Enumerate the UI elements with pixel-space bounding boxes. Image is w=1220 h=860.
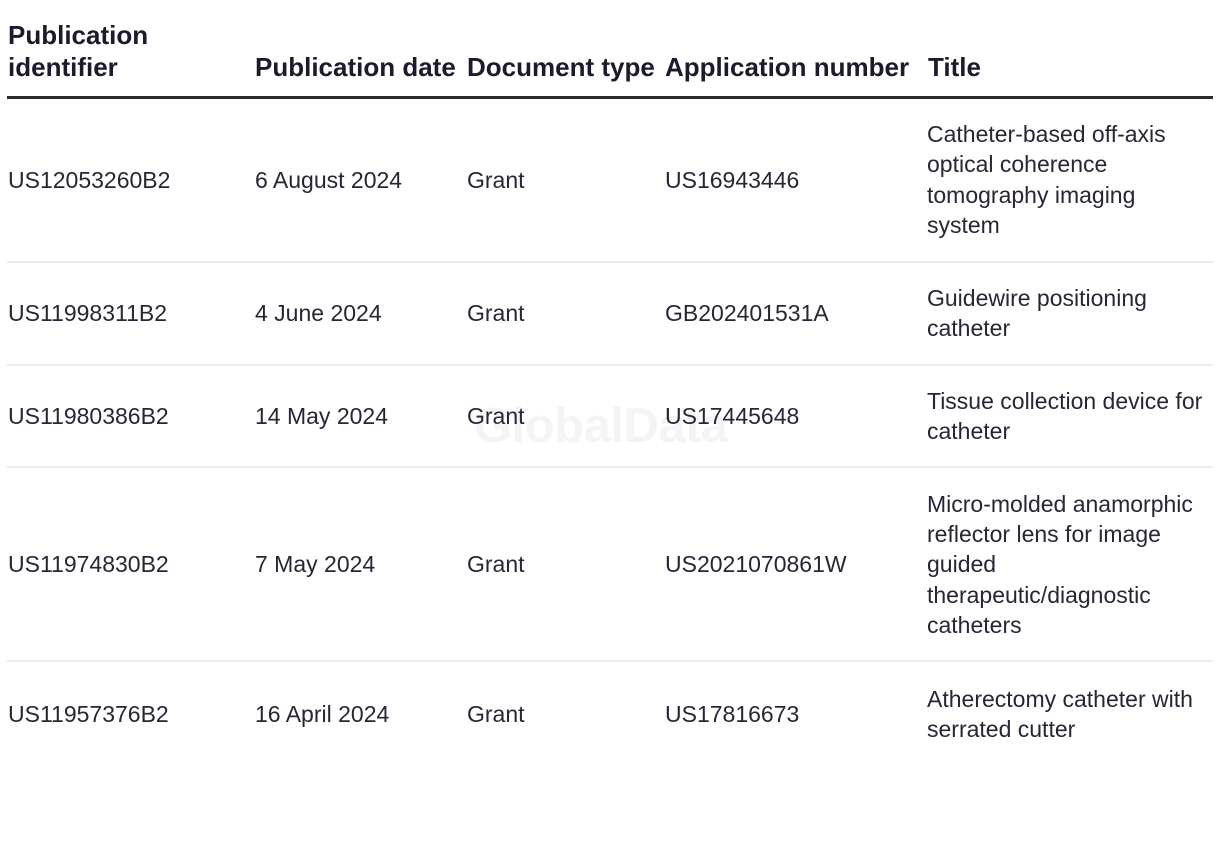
cell-application-number: US2021070861W	[665, 467, 927, 663]
cell-publication-date: 16 April 2024	[255, 701, 390, 728]
cell-title: Atherectomy catheter with serrated cutte…	[927, 686, 1193, 743]
table-row: US12053260B2 6 August 2024 Grant US16943…	[7, 97, 1213, 263]
cell-publication-date: 4 June 2024	[255, 262, 467, 366]
cell-publication-date: 14 May 2024	[255, 364, 467, 469]
patent-publications-table: Publication identifier Publication date …	[7, 0, 1213, 766]
cell-publication-identifier: US11957376B2	[8, 701, 169, 728]
cell-application-number: GB202401531A	[665, 262, 927, 366]
patent-table-page: GlobalData Publication identifier Public…	[0, 0, 1220, 860]
cell-document-type: Grant	[467, 701, 525, 728]
table-container: Publication identifier Publication date …	[0, 0, 1220, 766]
cell-title: Catheter-based off-axis optical coherenc…	[927, 97, 1213, 263]
column-header-document-type[interactable]: Document type	[467, 0, 665, 99]
table-header: Publication identifier Publication date …	[7, 0, 1213, 99]
cell-publication-identifier: US11980386B2	[7, 364, 255, 469]
column-header-title[interactable]: Title	[927, 0, 1213, 99]
cell-title: Tissue collection device for catheter	[927, 364, 1213, 469]
cell-document-type: Grant	[467, 262, 665, 366]
table-row: US11998311B2 4 June 2024 Grant GB2024015…	[7, 262, 1213, 366]
table-body: US12053260B2 6 August 2024 Grant US16943…	[7, 97, 1213, 766]
table-row: US11974830B2 7 May 2024 Grant US20210708…	[7, 467, 1213, 663]
column-header-publication-date[interactable]: Publication date	[255, 0, 467, 99]
cell-document-type: Grant	[467, 97, 665, 263]
cell-publication-identifier: US11998311B2	[7, 262, 255, 366]
cell-title: Micro-molded anamorphic reflector lens f…	[927, 467, 1213, 663]
table-row: US11957376B2 16 April 2024 Grant US17816…	[7, 661, 1213, 766]
cell-document-type: Grant	[467, 364, 665, 469]
column-header-publication-identifier[interactable]: Publication identifier	[7, 0, 255, 99]
cell-publication-identifier: US12053260B2	[7, 97, 255, 263]
column-header-application-number[interactable]: Application number	[665, 0, 927, 99]
cell-title: Guidewire positioning catheter	[927, 262, 1213, 366]
cell-application-number: US17816673	[665, 701, 800, 728]
table-header-row: Publication identifier Publication date …	[7, 0, 1213, 99]
cell-publication-date: 7 May 2024	[255, 467, 467, 663]
cell-application-number: US17445648	[665, 364, 927, 469]
table-row: US11980386B2 14 May 2024 Grant US1744564…	[7, 364, 1213, 469]
cell-application-number: US16943446	[665, 97, 927, 263]
cell-publication-identifier: US11974830B2	[7, 467, 255, 663]
cell-document-type: Grant	[467, 467, 665, 663]
cell-publication-date: 6 August 2024	[255, 97, 467, 263]
